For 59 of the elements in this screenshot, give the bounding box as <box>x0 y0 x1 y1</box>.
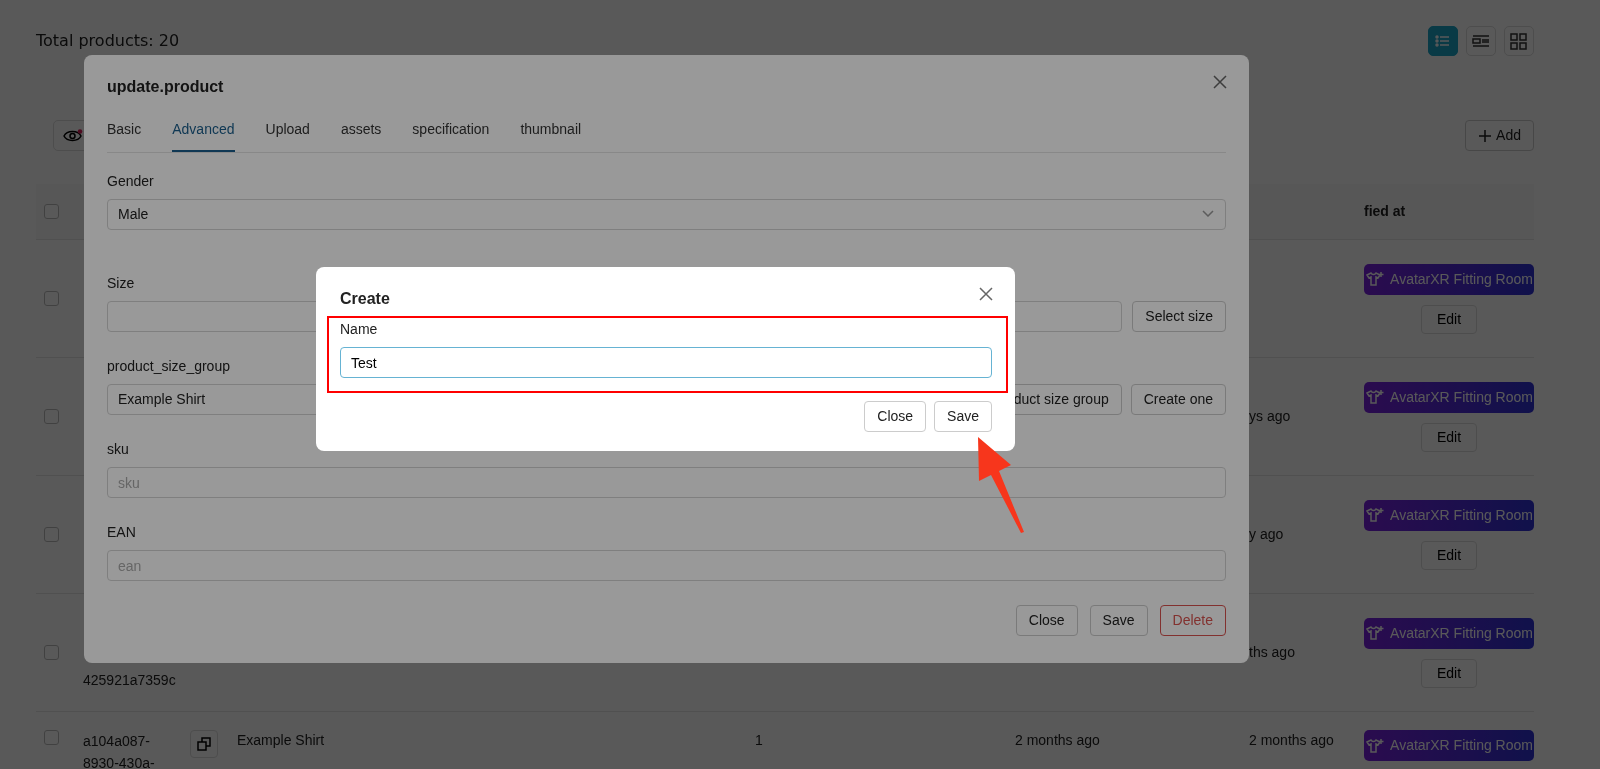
checkbox[interactable] <box>44 291 59 306</box>
checkbox[interactable] <box>44 527 59 542</box>
close-button[interactable] <box>1213 75 1229 91</box>
created-date: 2 months ago <box>1015 732 1100 748</box>
delete-button[interactable]: Delete <box>1159 605 1226 636</box>
tab[interactable]: assets <box>340 119 382 152</box>
field-label: Size <box>107 274 135 293</box>
name-input[interactable]: Test <box>340 347 992 378</box>
field-label: sku <box>107 440 129 459</box>
tab[interactable]: Basic <box>107 119 142 152</box>
shirt-plus-icon <box>1365 507 1386 523</box>
footer-button[interactable]: Save <box>1089 605 1148 636</box>
modified-date: y ago <box>1249 526 1284 542</box>
tab[interactable]: Upload <box>265 119 310 152</box>
modal-title: update.product <box>107 79 224 95</box>
plus-icon <box>1478 128 1493 143</box>
tab[interactable]: thumbnail <box>520 119 582 152</box>
copy-icon <box>197 737 211 751</box>
footer-button[interactable]: Save <box>934 401 992 432</box>
list-icon <box>1434 32 1452 50</box>
shirt-plus-icon <box>1365 737 1386 754</box>
page-title: Total products: 20 <box>36 30 180 52</box>
close-button[interactable] <box>979 287 995 303</box>
copy-button[interactable] <box>190 730 218 758</box>
checkbox[interactable] <box>44 409 59 424</box>
product-name: Example Shirt <box>237 732 325 748</box>
detail-view-icon <box>1472 32 1490 50</box>
modified-date: ys ago <box>1249 408 1291 424</box>
checkbox[interactable] <box>44 730 59 745</box>
id-text: a104a087- <box>83 732 151 751</box>
footer-button[interactable]: Close <box>864 401 927 432</box>
id-text: 425921a7359c <box>83 671 177 690</box>
field-label: Name <box>340 320 378 338</box>
modified-date: ths ago <box>1249 644 1295 660</box>
column-header: fied at <box>1364 202 1407 221</box>
tab[interactable]: specification <box>412 119 490 152</box>
shirt-plus-icon <box>1365 271 1386 287</box>
field-label: EAN <box>107 523 136 542</box>
modified-date: 2 months ago <box>1249 732 1334 748</box>
close-icon <box>1213 75 1227 89</box>
checkbox[interactable] <box>44 645 59 660</box>
close-icon <box>979 287 993 301</box>
id-text: 8930-430a- <box>83 754 156 769</box>
grid-icon <box>1510 32 1528 50</box>
chevron-down-icon <box>1202 210 1214 217</box>
modal-title: Create <box>340 289 390 309</box>
checkbox[interactable] <box>44 204 59 219</box>
view-toggle[interactable] <box>1428 26 1458 56</box>
field-label: Gender <box>107 172 154 191</box>
footer-button[interactable]: Close <box>1015 605 1078 636</box>
shirt-plus-icon <box>1365 625 1386 641</box>
field-label: product_size_group <box>107 357 230 376</box>
select-field[interactable]: Male <box>107 199 1226 230</box>
eye-icon <box>63 128 83 143</box>
select-size-button[interactable]: Select size <box>1132 301 1226 332</box>
quantity-text: 1 <box>755 732 763 748</box>
create-button[interactable]: Create one <box>1130 384 1226 415</box>
shirt-plus-icon <box>1365 389 1386 405</box>
tab[interactable]: Advanced <box>172 119 235 152</box>
